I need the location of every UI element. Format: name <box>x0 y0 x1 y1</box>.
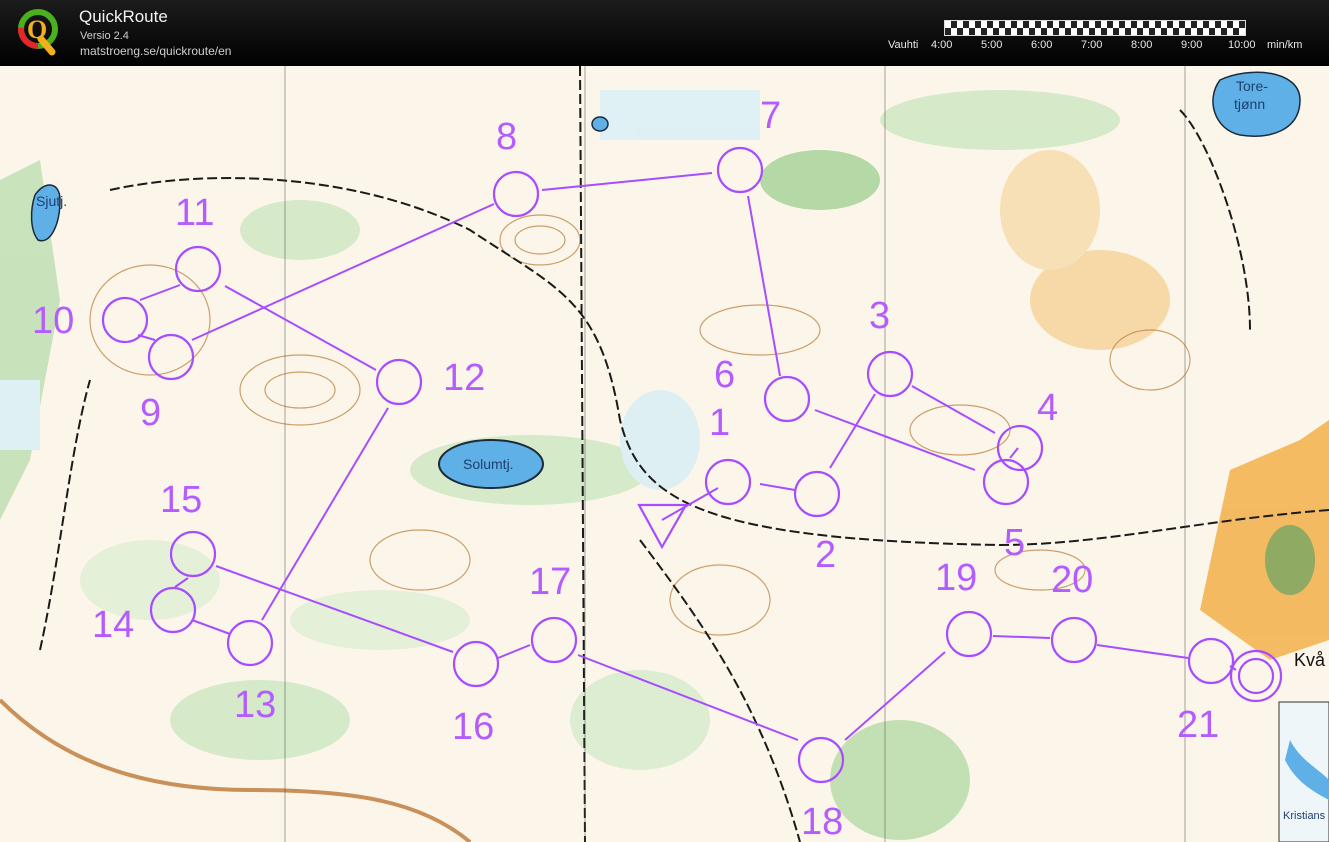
control-number: 17 <box>529 561 571 603</box>
control-number: 18 <box>801 801 843 842</box>
place-name: Tore- <box>1236 78 1268 94</box>
map-canvas[interactable]: Sjutj. Solumtj. Tore- tjønn Kvå Kristian… <box>0 66 1329 842</box>
pace-tick: 4:00 <box>931 39 953 51</box>
control-number: 15 <box>160 479 202 521</box>
control-number: 5 <box>1004 522 1025 564</box>
svg-text:Q: Q <box>27 15 47 44</box>
control-number: 13 <box>234 684 276 726</box>
pace-color-scale <box>944 20 1246 36</box>
pace-tick: 5:00 <box>981 39 1003 51</box>
place-name: Sjutj. <box>36 193 67 209</box>
app-version: Versio 2.4 <box>80 30 129 42</box>
orienteering-map[interactable]: Sjutj. Solumtj. Tore- tjønn Kvå Kristian… <box>0 66 1329 842</box>
inset-map: Kristians <box>1278 701 1329 842</box>
pace-tick: 9:00 <box>1181 39 1203 51</box>
control-number: 11 <box>175 192 214 234</box>
app-url: matstroeng.se/quickroute/en <box>80 44 232 58</box>
control-number: 21 <box>1177 704 1219 746</box>
place-name: Kristians <box>1283 810 1326 822</box>
control-number: 12 <box>443 357 485 399</box>
pace-tick: 8:00 <box>1131 39 1153 51</box>
pace-tick: 7:00 <box>1081 39 1103 51</box>
control-number: 6 <box>714 354 735 396</box>
control-number: 10 <box>32 300 74 342</box>
app-header: Q QuickRoute Versio 2.4 matstroeng.se/qu… <box>0 0 1329 66</box>
quickroute-logo-icon: Q <box>18 9 58 56</box>
place-name: Kvå <box>1294 650 1326 670</box>
place-name: Solumtj. <box>463 456 514 472</box>
pace-unit: min/km <box>1267 39 1303 51</box>
pace-tick: 6:00 <box>1031 39 1053 51</box>
control-number: 9 <box>140 392 161 434</box>
control-number: 19 <box>935 557 977 599</box>
control-number: 3 <box>869 295 890 337</box>
control-number: 8 <box>496 116 517 158</box>
place-name: tjønn <box>1234 96 1265 112</box>
control-number: 1 <box>709 402 730 444</box>
control-number: 14 <box>92 604 134 646</box>
control-number: 2 <box>815 534 836 576</box>
pace-tick: 10:00 <box>1228 39 1256 51</box>
pond <box>591 116 609 132</box>
control-number: 7 <box>760 95 781 137</box>
app-name: QuickRoute <box>79 7 168 26</box>
control-number: 4 <box>1037 387 1058 429</box>
pace-label: Vauhti <box>888 39 919 51</box>
control-number: 16 <box>452 706 494 748</box>
control-number: 20 <box>1051 559 1093 601</box>
